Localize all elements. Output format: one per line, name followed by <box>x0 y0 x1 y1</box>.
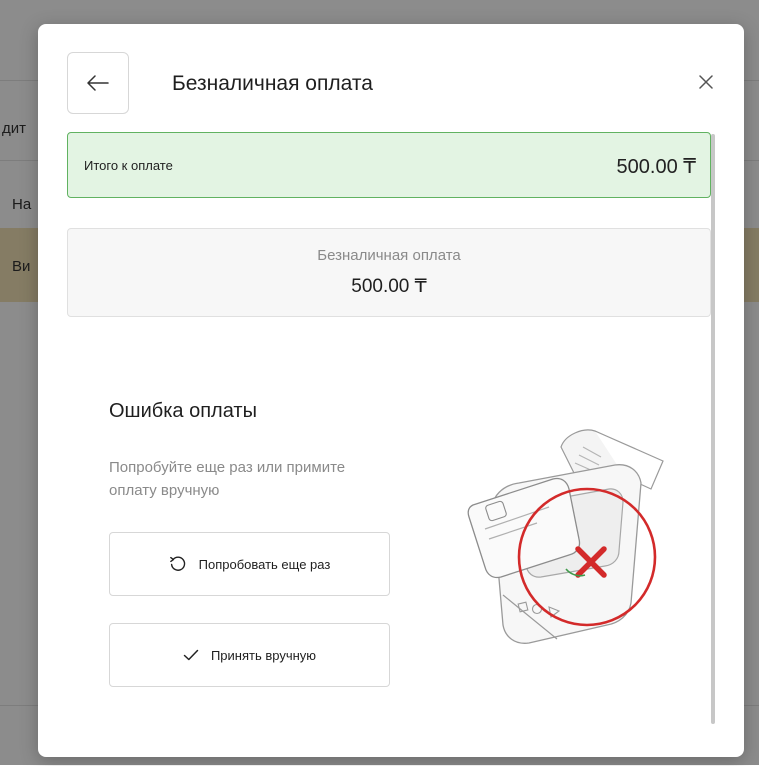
payment-method-label: Безналичная оплата <box>317 247 461 264</box>
payment-method-amount: 500.00 ₸ <box>351 276 427 297</box>
scrollbar[interactable] <box>711 134 715 724</box>
total-summary: Итого к оплате 500.00 ₸ <box>67 132 711 198</box>
accept-button-label: Принять вручную <box>210 647 317 663</box>
close-icon <box>699 75 713 89</box>
payment-terminal-error-illustration <box>433 419 673 659</box>
close-button[interactable] <box>694 70 718 94</box>
total-value: 500.00 ₸ <box>616 156 696 178</box>
retry-button[interactable]: Попробовать еще раз <box>109 532 390 596</box>
total-label: Итого к оплате <box>84 158 173 173</box>
payment-modal: Безналичная оплата Итого к оплате 500.00… <box>38 24 744 757</box>
retry-button-label: Попробовать еще раз <box>198 556 331 572</box>
arrow-left-icon <box>87 75 109 91</box>
error-description: Попробуйте еще раз или примите оплату вр… <box>109 459 346 499</box>
accept-manually-button[interactable]: Принять вручную <box>109 623 390 687</box>
payment-method-card: Безналичная оплата 500.00 ₸ <box>67 228 711 317</box>
back-button[interactable] <box>67 52 129 114</box>
modal-title: Безналичная оплата <box>172 72 373 95</box>
check-icon <box>183 648 199 662</box>
retry-icon <box>169 555 187 573</box>
error-title: Ошибка оплаты <box>109 400 257 422</box>
